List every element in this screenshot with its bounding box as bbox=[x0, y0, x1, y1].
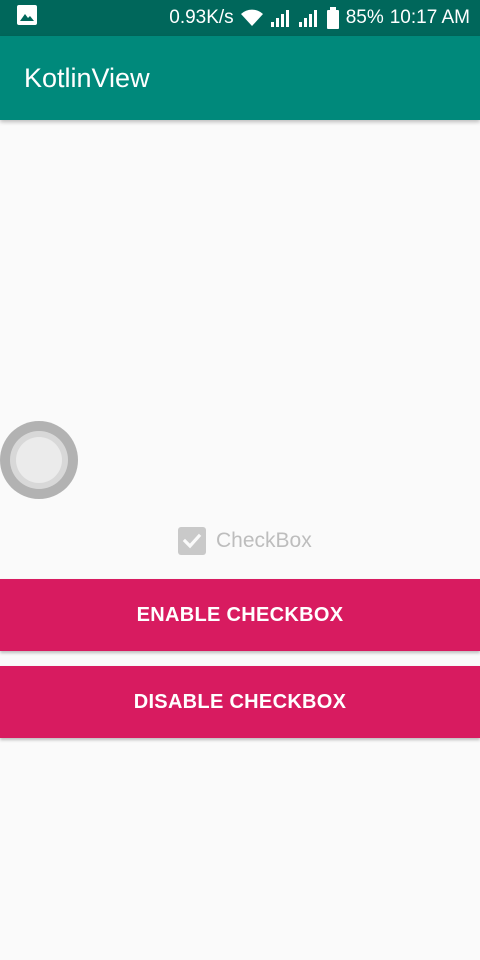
content-area: CheckBox ENABLE CHECKBOX DISABLE CHECKBO… bbox=[0, 120, 480, 960]
signal-icon bbox=[298, 8, 320, 28]
battery-percent: 85% bbox=[345, 7, 384, 28]
checkbox-label: CheckBox bbox=[216, 529, 312, 552]
signal-icon bbox=[270, 8, 292, 28]
checkbox[interactable]: CheckBox bbox=[178, 526, 312, 556]
status-left bbox=[16, 4, 38, 32]
battery-icon bbox=[326, 7, 340, 29]
disable-checkbox-button[interactable]: DISABLE CHECKBOX bbox=[0, 666, 480, 738]
checkbox-check-icon bbox=[178, 527, 206, 555]
status-bar: 0.93K/s 85% 10:17 AM bbox=[0, 0, 480, 36]
wifi-icon bbox=[240, 8, 264, 28]
network-speed: 0.93K/s bbox=[169, 7, 234, 28]
radio-button[interactable] bbox=[0, 421, 78, 499]
radio-center bbox=[16, 437, 62, 483]
clock: 10:17 AM bbox=[389, 7, 470, 28]
app-bar: KotlinView bbox=[0, 36, 480, 120]
status-right: 0.93K/s 85% 10:17 AM bbox=[169, 7, 470, 29]
image-notification-icon bbox=[16, 4, 38, 32]
enable-checkbox-button[interactable]: ENABLE CHECKBOX bbox=[0, 579, 480, 651]
app-title: KotlinView bbox=[24, 62, 150, 93]
